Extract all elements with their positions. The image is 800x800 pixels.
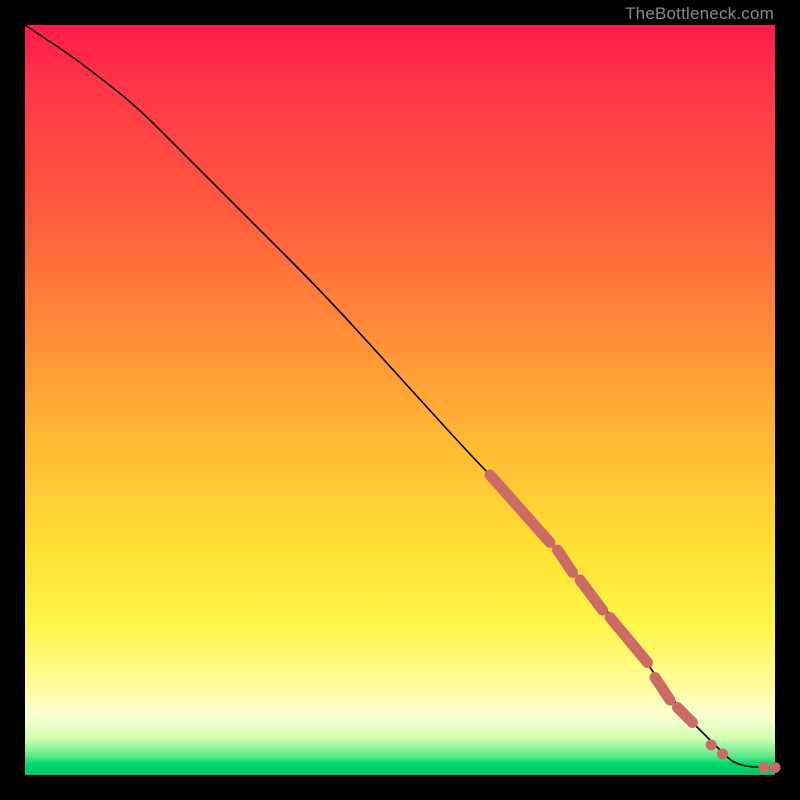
highlight-point bbox=[706, 740, 717, 751]
highlight-point bbox=[717, 749, 728, 760]
highlight-segment bbox=[678, 708, 693, 723]
chart-frame: TheBottleneck.com bbox=[0, 0, 800, 800]
highlighted-segments bbox=[490, 475, 693, 723]
highlight-point bbox=[770, 762, 781, 773]
chart-overlay bbox=[25, 25, 775, 775]
bottleneck-curve bbox=[25, 25, 775, 768]
highlight-point bbox=[758, 762, 769, 773]
highlight-segment bbox=[490, 475, 550, 543]
highlight-segment bbox=[655, 678, 670, 701]
attribution-text: TheBottleneck.com bbox=[625, 4, 774, 24]
highlight-segment bbox=[580, 580, 603, 610]
highlight-segment bbox=[558, 550, 573, 573]
highlight-segment bbox=[610, 618, 648, 663]
